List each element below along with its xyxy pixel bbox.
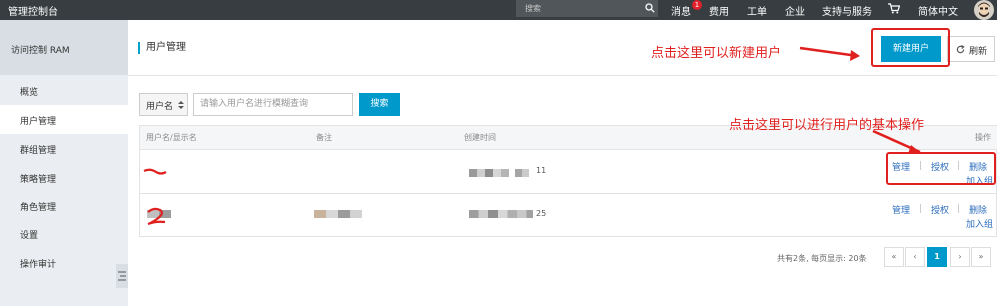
annotation-arrow-new-user [799,46,860,61]
annotation-mark-row-1 [143,168,167,175]
annotation-mark-row-2 [147,207,166,226]
annotation-marks-layer [143,46,921,226]
annotation-arrow-row-actions [872,129,921,154]
